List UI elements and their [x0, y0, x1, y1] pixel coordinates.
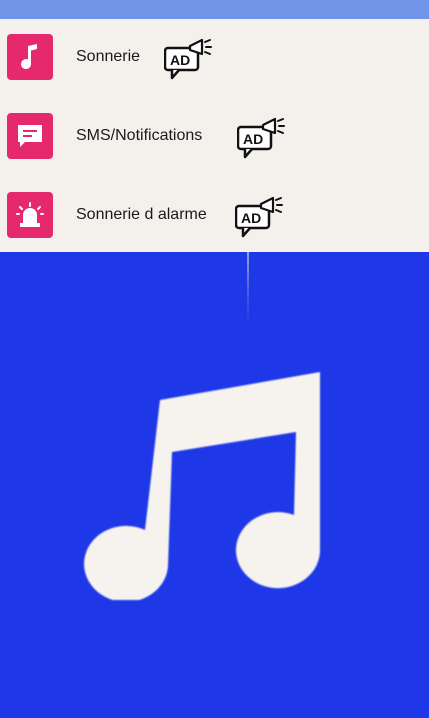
menu-item-sms-notifications[interactable]: SMS/Notifications AD [0, 100, 429, 170]
ringtone-menu: Sonnerie AD SMS/Notifications AD Sonneri… [0, 19, 429, 252]
music-note-icon [7, 34, 53, 80]
menu-item-sonnerie[interactable]: Sonnerie AD [0, 21, 429, 91]
menu-item-label: Sonnerie [76, 48, 141, 65]
ad-badge-text: AD [241, 210, 261, 226]
menu-item-sonnerie-alarme[interactable]: Sonnerie d alarme AD [0, 179, 429, 249]
scroll-indicator [247, 252, 249, 326]
status-bar [0, 0, 429, 19]
message-icon [7, 113, 53, 159]
ad-megaphone-icon[interactable]: AD [234, 196, 287, 240]
music-note-icon [70, 370, 325, 602]
ad-megaphone-icon[interactable]: AD [163, 38, 216, 82]
menu-item-label: SMS/Notifications [76, 127, 203, 144]
alarm-siren-icon [7, 192, 53, 238]
ad-badge-text: AD [243, 131, 263, 147]
menu-item-label: Sonnerie d alarme [76, 206, 207, 223]
ad-megaphone-icon[interactable]: AD [236, 117, 289, 161]
ad-badge-text: AD [170, 52, 190, 68]
